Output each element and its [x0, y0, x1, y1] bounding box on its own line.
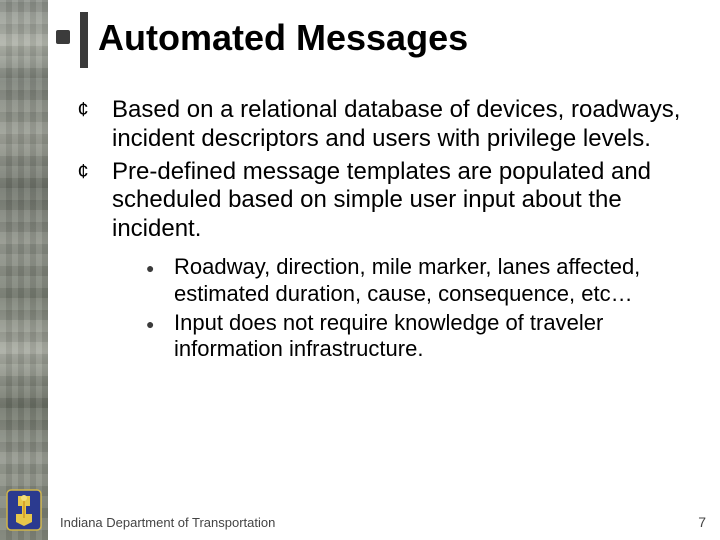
list-item: ● Input does not require knowledge of tr…: [146, 310, 704, 364]
bullet-text: Input does not require knowledge of trav…: [174, 310, 704, 364]
indiana-seal-logo: [6, 486, 42, 534]
bullet-text: Roadway, direction, mile marker, lanes a…: [174, 254, 704, 308]
list-item: ¢ Based on a relational database of devi…: [54, 96, 704, 154]
list-item: ¢ Pre-defined message templates are popu…: [54, 158, 704, 244]
list-item: ● Roadway, direction, mile marker, lanes…: [146, 254, 704, 308]
title-divider-bar: [80, 12, 88, 68]
bullet-text: Based on a relational database of device…: [112, 96, 704, 154]
hollow-bullet-icon: ¢: [54, 96, 112, 122]
hollow-bullet-icon: ¢: [54, 158, 112, 184]
slide-title: Automated Messages: [98, 12, 468, 59]
footer-text: Indiana Department of Transportation: [60, 515, 275, 530]
bullet-list-level1: ¢ Based on a relational database of devi…: [54, 96, 720, 244]
bullet-text: Pre-defined message templates are popula…: [112, 158, 704, 244]
bullet-list-level2: ● Roadway, direction, mile marker, lanes…: [54, 254, 720, 363]
solid-bullet-icon: ●: [146, 310, 174, 333]
slide-content: Automated Messages ¢ Based on a relation…: [54, 0, 720, 540]
solid-bullet-icon: ●: [146, 254, 174, 277]
title-bullet-icon: [56, 30, 70, 44]
title-row: Automated Messages: [54, 0, 720, 68]
page-number: 7: [698, 514, 706, 530]
side-aerial-strip: [0, 0, 48, 540]
